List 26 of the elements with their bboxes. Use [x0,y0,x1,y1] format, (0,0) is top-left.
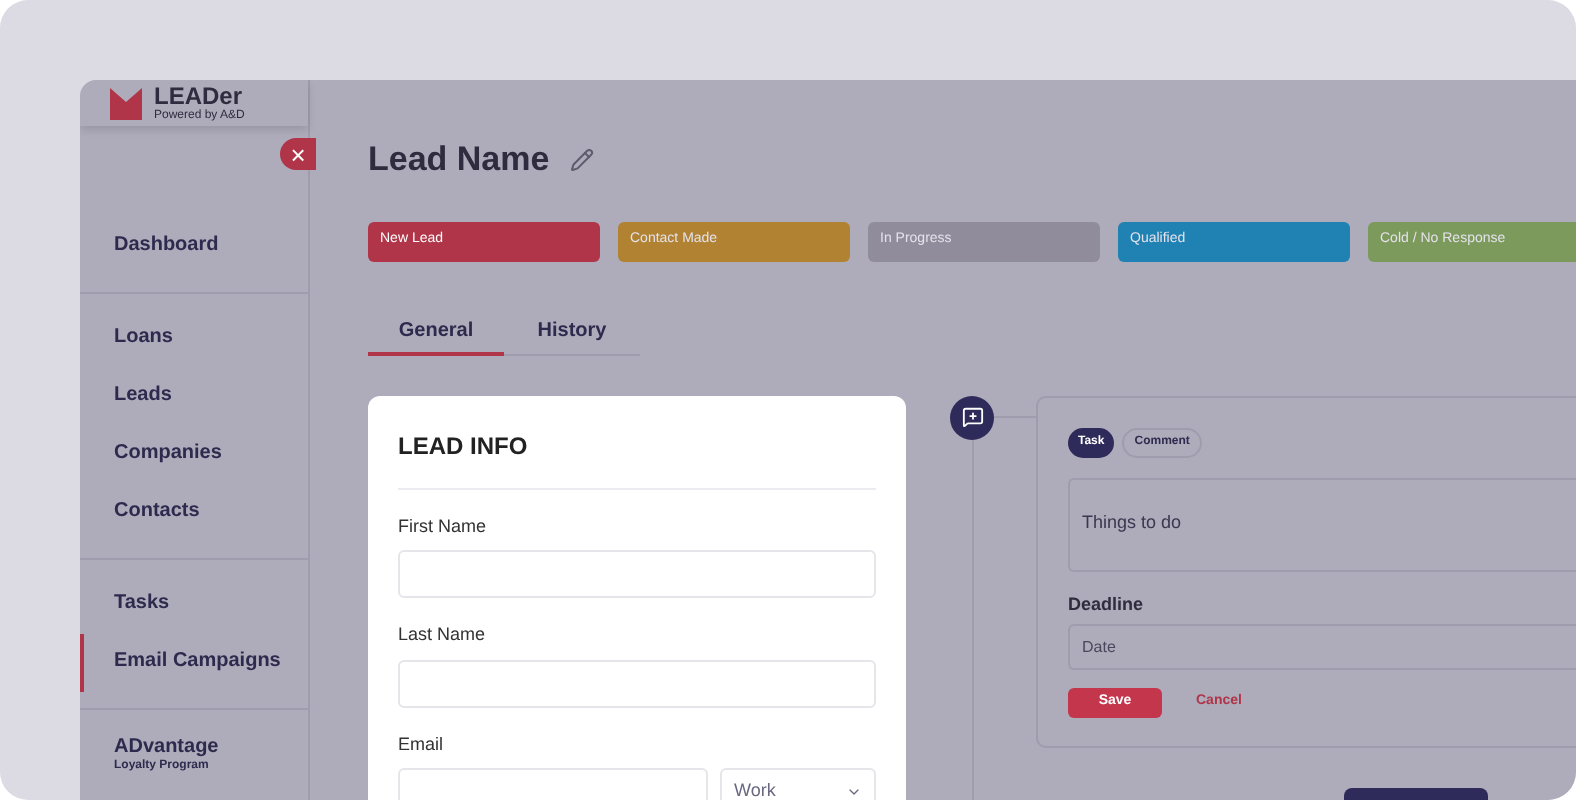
speech-bubble-icon [961,406,983,428]
task-text-area[interactable]: Things to do [1068,477,1576,571]
sidebar-item[interactable]: Loans [80,310,308,368]
card-title: LEAD INFO [398,427,876,489]
chevron-down-icon [846,784,862,800]
field-label: Last Name [398,622,488,648]
field-label: Email [398,731,446,757]
date-field[interactable]: Date [1068,624,1576,670]
deadline-label: Deadline [1068,591,1146,617]
type-dropdown[interactable]: Work [720,768,876,800]
sidebar-item[interactable]: Email Campaigns [80,634,308,692]
sidebar-item[interactable]: Dashboard [80,218,308,276]
logo-icon [110,87,142,119]
edit-icon[interactable] [569,147,594,172]
tab[interactable]: History [504,311,640,355]
field-label: First Name [398,513,489,539]
tab[interactable]: General [368,311,504,355]
sidebar-item[interactable]: Leads [80,368,308,426]
logo-name: LEADer [154,84,243,108]
input-field[interactable] [398,550,876,598]
sidebar-item[interactable]: Tasks [80,576,308,634]
page-title: Lead Name [368,138,550,182]
sidebar-item[interactable]: Contacts [80,484,308,542]
sidebar-item[interactable]: Companies [80,426,308,484]
close-button[interactable]: × [280,138,316,170]
input-field[interactable] [398,659,876,707]
